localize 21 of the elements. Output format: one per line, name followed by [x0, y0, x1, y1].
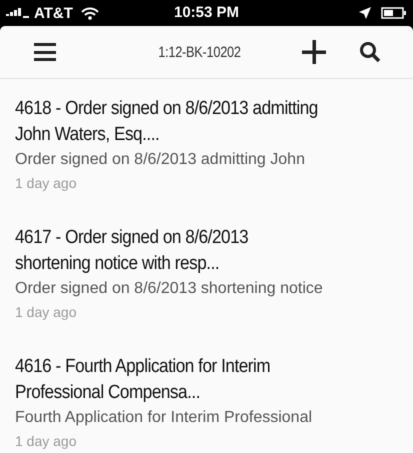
- entry-time: 1 day ago: [15, 303, 78, 322]
- entry-title[interactable]: 4617 - Order signed on 8/6/2013: [15, 225, 360, 251]
- add-button[interactable]: [301, 39, 327, 65]
- wifi-icon: [80, 6, 99, 20]
- location-arrow-icon: [359, 7, 371, 19]
- search-button[interactable]: [357, 39, 383, 65]
- entry-title[interactable]: 4616 - Fourth Application for Interim: [15, 354, 360, 380]
- carrier-name: AT&T: [34, 4, 73, 22]
- signal-icon: [6, 8, 30, 18]
- entry-title[interactable]: shortening notice with resp...: [15, 251, 360, 277]
- entry-summary: Order signed on 8/6/2013 shortening notice: [15, 279, 324, 299]
- entry-title[interactable]: Professional Compensa...: [15, 380, 360, 406]
- battery-icon: [381, 7, 407, 19]
- entry-summary: Fourth Application for Interim Professional: [15, 408, 314, 428]
- entry-title[interactable]: 4618 - Order signed on 8/6/2013 admitting: [15, 96, 360, 122]
- entry-title[interactable]: John Waters, Esq....: [15, 122, 360, 148]
- entry-time: 1 day ago: [15, 174, 78, 193]
- status-time: 10:53 PM: [174, 4, 240, 21]
- entry-summary: Order signed on 8/6/2013 admitting John: [15, 150, 306, 170]
- entry-time: 1 day ago: [15, 432, 78, 451]
- case-number-title: 1:12-BK-10202: [157, 44, 242, 60]
